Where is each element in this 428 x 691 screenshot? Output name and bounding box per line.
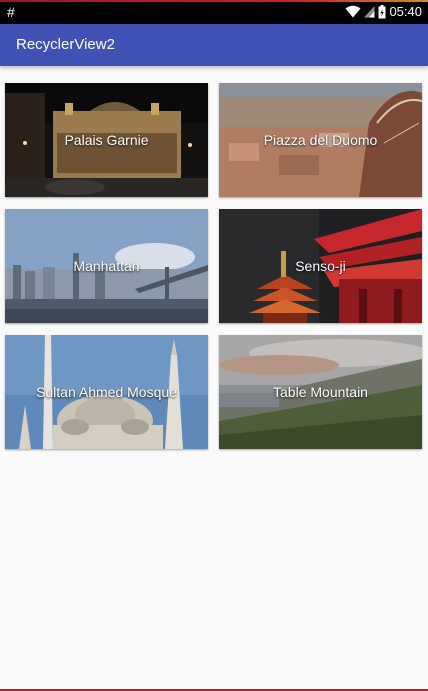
place-name: Table Mountain (273, 384, 368, 400)
place-name: Piazza del Duomo (263, 132, 378, 148)
place-card-sultan-ahmed-mosque[interactable]: Sultan Ahmed Mosque (5, 335, 208, 449)
app-bar: RecyclerView2 (0, 24, 428, 66)
status-bar: # 05:40 (0, 0, 428, 24)
place-card-manhattan[interactable]: Manhattan (5, 209, 208, 323)
status-accent-line (0, 0, 428, 2)
place-name: Senso-ji (295, 258, 346, 274)
place-name: Sultan Ahmed Mosque (36, 384, 177, 400)
place-card-table-mountain[interactable]: Table Mountain (219, 335, 422, 449)
place-name: Manhattan (73, 258, 140, 274)
place-card-senso-ji[interactable]: Senso-ji (219, 209, 422, 323)
place-card-palais-garnier[interactable]: Palais Garnie (5, 83, 208, 197)
status-icons: 05:40 (345, 4, 422, 19)
place-name: Palais Garnie (64, 132, 149, 148)
battery-icon (378, 4, 386, 19)
place-card-piazza-del-duomo[interactable]: Piazza del Duomo (219, 83, 422, 197)
signal-icon (364, 5, 375, 18)
hash-icon: # (7, 4, 15, 20)
recycler-grid[interactable]: Palais Garnie Piazza del Duomo Manhattan… (5, 83, 422, 449)
wifi-icon (345, 5, 361, 18)
app-title: RecyclerView2 (16, 36, 115, 53)
clock: 05:40 (389, 4, 422, 19)
